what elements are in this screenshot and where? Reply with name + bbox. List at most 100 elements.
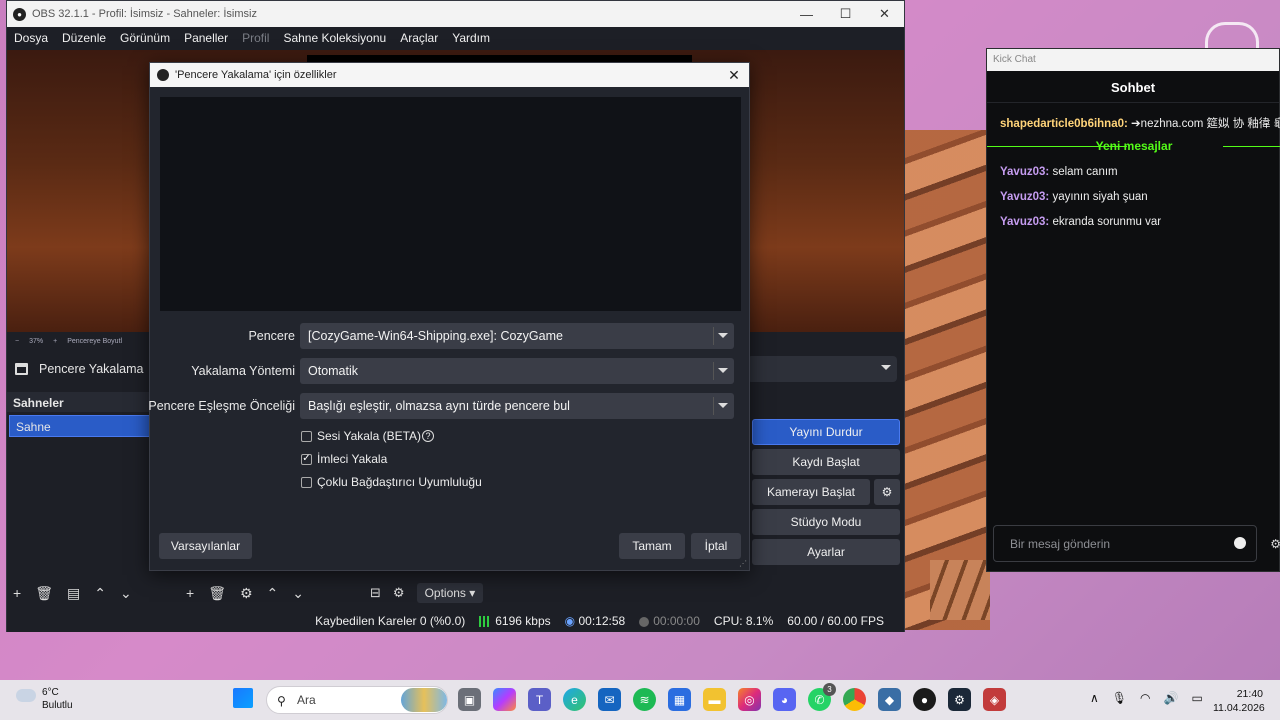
chat-username[interactable]: Yavuz03: — [1000, 191, 1049, 203]
help-icon[interactable]: ? — [422, 430, 435, 442]
add-icon[interactable]: + — [13, 585, 21, 601]
window-select[interactable]: [CozyGame-Win64-Shipping.exe]: CozyGame — [300, 323, 734, 349]
divider-line — [1223, 146, 1280, 147]
maximize-icon[interactable]: ☐ — [826, 6, 865, 22]
chevron-up-icon[interactable]: ∧ — [1090, 691, 1099, 705]
chat-username[interactable]: shapedarticle0b6ihna0: — [1000, 118, 1128, 130]
start-recording-button[interactable]: Kaydı Başlat — [752, 449, 900, 475]
steam-icon[interactable]: ⚙ — [948, 688, 971, 711]
close-icon[interactable]: ✕ — [865, 6, 904, 22]
scene-item[interactable]: Sahne — [9, 415, 155, 437]
dialog-titlebar: 'Pencere Yakalama' için özellikler ✕ — [150, 63, 749, 87]
trash-icon[interactable]: 🗑 — [208, 585, 226, 602]
status-bar: Kaybedilen Kareler 0 (%0.0) 6196 kbps ◉ … — [7, 610, 904, 632]
multi-adapter-checkbox[interactable]: Çoklu Bağdaştırıcı Uyumluluğu — [301, 475, 482, 489]
capture-audio-label: Sesi Yakala (BETA) — [317, 429, 422, 443]
chat-text: selam canım — [1052, 166, 1118, 178]
chrome-icon[interactable] — [843, 688, 866, 711]
menu-gorunum[interactable]: Görünüm — [113, 31, 177, 45]
zoom-in-icon[interactable]: + — [53, 338, 57, 345]
menu-araclar[interactable]: Araçlar — [393, 31, 445, 45]
broadcast-icon: ◉ — [564, 614, 576, 628]
window-icon — [15, 363, 28, 375]
chevron-down-icon[interactable]: ⌄ — [120, 585, 132, 602]
new-messages-divider: Yeni mesajlar — [987, 139, 1280, 153]
chevron-up-icon[interactable]: ⌃ — [267, 585, 279, 602]
signal-icon — [479, 616, 492, 628]
record-time: 00:00:00 — [653, 614, 700, 628]
resize-grip-icon[interactable]: ⋰ — [739, 559, 747, 568]
obs-logo-icon — [157, 69, 169, 81]
checkbox-unchecked-icon[interactable] — [301, 476, 312, 488]
add-icon[interactable]: + — [186, 585, 194, 601]
wifi-icon[interactable]: ◠ — [1140, 691, 1150, 705]
obs-taskbar-icon[interactable]: ● — [913, 688, 936, 711]
trash-icon[interactable]: 🗑 — [35, 585, 53, 602]
menu-profil[interactable]: Profil — [235, 31, 276, 45]
capture-method-select[interactable]: Otomatik — [300, 358, 734, 384]
close-icon[interactable]: ✕ — [719, 67, 749, 84]
chevron-down-icon — [718, 333, 728, 343]
store-icon[interactable]: ▦ — [668, 688, 691, 711]
minimize-icon[interactable]: — — [787, 7, 826, 22]
checkbox-checked-icon[interactable]: ✓ — [301, 453, 312, 465]
chevron-down-icon — [718, 403, 728, 413]
studio-mode-button[interactable]: Stüdyo Modu — [752, 509, 900, 535]
whatsapp-icon[interactable]: ✆ 3 — [808, 683, 836, 711]
taskbar: 6°C Bulutlu ⚲ Ara ▣ T e ✉ ≋ ▦ ▬ ◎ ◕ ✆ 3 ◆ … — [0, 680, 1280, 720]
menu-sahne-koleksiyonu[interactable]: Sahne Koleksiyonu — [276, 31, 393, 45]
zoom-out-icon[interactable]: − — [15, 338, 19, 345]
teams-icon[interactable]: T — [528, 688, 551, 711]
battery-icon[interactable]: ▭ — [1191, 691, 1202, 705]
checkbox-unchecked-icon[interactable] — [301, 430, 312, 442]
ok-button[interactable]: Tamam — [619, 533, 685, 559]
chat-username[interactable]: Yavuz03: — [1000, 216, 1049, 228]
chat-message-input[interactable]: Bir mesaj gönderin — [993, 525, 1257, 562]
menu-paneller[interactable]: Paneller — [177, 31, 235, 45]
chevron-down-icon — [881, 365, 891, 375]
settings-button[interactable]: Ayarlar — [752, 539, 900, 565]
chat-username[interactable]: Yavuz03: — [1000, 166, 1049, 178]
copilot-icon[interactable] — [493, 688, 516, 711]
options-button[interactable]: Options ▾ — [416, 583, 484, 603]
menu-duzenle[interactable]: Düzenle — [55, 31, 113, 45]
defaults-button[interactable]: Varsayılanlar — [159, 533, 252, 559]
taskbar-clock[interactable]: 21:40 11.04.2026 — [1213, 687, 1265, 715]
gear-icon[interactable]: ⚙ — [1270, 537, 1280, 551]
gear-icon[interactable]: ⚙ — [874, 479, 900, 505]
gear-icon[interactable]: ⚙ — [240, 585, 253, 602]
windows-start-icon[interactable] — [233, 688, 253, 708]
cancel-button[interactable]: İptal — [691, 533, 741, 559]
discord-icon[interactable]: ◕ — [773, 688, 796, 711]
zoom-fit-label[interactable]: Pencereye Boyutl — [67, 338, 122, 345]
taskbar-search[interactable]: ⚲ Ara — [266, 686, 448, 714]
divider — [713, 327, 714, 345]
edge-icon[interactable]: e — [563, 688, 586, 711]
instagram-icon[interactable]: ◎ — [738, 688, 761, 711]
cpu-usage: CPU: 8.1% — [713, 614, 774, 628]
menu-dosya[interactable]: Dosya — [7, 31, 55, 45]
match-priority-select[interactable]: Başlığı eşleştir, olmazsa aynı türde pen… — [300, 393, 734, 419]
microphone-icon[interactable]: 🎙 — [1112, 691, 1127, 705]
outlook-icon[interactable]: ✉ — [598, 688, 621, 711]
emoji-icon[interactable] — [1234, 537, 1246, 549]
file-explorer-icon[interactable]: ▬ — [703, 688, 726, 711]
chat-text: ➔nezhna.com 筵姒 协 釉徫 龜 — [1131, 118, 1280, 130]
stop-streaming-button[interactable]: Yayını Durdur — [752, 419, 900, 445]
spotify-icon[interactable]: ≋ — [633, 688, 656, 711]
menu-yardim[interactable]: Yardım — [445, 31, 497, 45]
volume-icon[interactable]: 🔊 — [1164, 691, 1179, 705]
app-icon[interactable]: ◈ — [983, 688, 1006, 711]
gears-icon[interactable]: ⚙ — [393, 585, 405, 601]
capture-cursor-checkbox[interactable]: ✓ İmleci Yakala — [301, 452, 387, 466]
chevron-up-icon[interactable]: ⌃ — [94, 585, 106, 602]
capture-audio-checkbox[interactable]: Sesi Yakala (BETA) ? — [301, 429, 435, 443]
layout-icon[interactable]: ⊟ — [370, 585, 381, 601]
filter-icon[interactable]: ▤ — [67, 585, 80, 602]
start-virtual-camera-button[interactable]: Kamerayı Başlat — [752, 479, 870, 505]
source-window-select[interactable] — [747, 356, 897, 382]
capture-cursor-label: İmleci Yakala — [317, 452, 388, 466]
chevron-down-icon[interactable]: ⌄ — [292, 585, 304, 602]
app-icon[interactable]: ◆ — [878, 688, 901, 711]
task-view-icon[interactable]: ▣ — [458, 688, 481, 711]
